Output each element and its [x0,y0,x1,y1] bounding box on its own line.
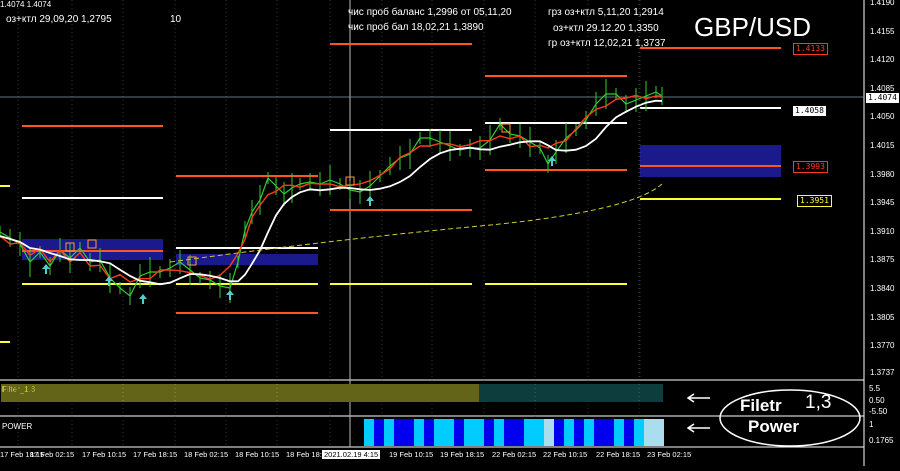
power-block [444,419,454,446]
power-block [494,419,504,446]
time-tick: 22 Feb 18:15 [596,450,641,459]
power-block [564,419,574,446]
price-tick: 1.3980 [870,169,895,179]
power-block [584,419,594,446]
time-tick: 19 Feb 18:15 [440,450,485,459]
time-tick: 17 Feb 18:15 [133,450,178,459]
filter-callout: Filetr [740,396,782,415]
price-tick: 1.4050 [870,112,895,122]
buy-arrow [226,290,234,300]
level-label-resistance: 1.4133 [793,43,828,55]
power-block [604,419,614,446]
buy-arrow [548,156,556,166]
time-tick: 2021.02.19 4:15 [322,450,381,459]
power-scale-top: 1 [869,420,874,429]
time-tick: 17 Feb 10:15 [82,450,127,459]
time-tick: 22 Feb 02:15 [492,450,537,459]
price-tick: 1.4190 [870,0,895,7]
price-tick: 1.4085 [870,83,895,93]
power-block [514,419,524,446]
moving-average-long [169,183,663,263]
current-price-label: 1.4074 [866,93,899,103]
top-left-price: 1.4074 1.4074 [0,0,52,9]
price-tick: 1.4120 [870,55,895,65]
filter-indicator-name: Filter_1.3 [2,385,36,394]
left-annotation: оз+ктл 29,09,20 1,2795 [6,14,112,25]
center-annotation-2: чис проб бал 18,02,21 1,3890 [348,22,484,33]
power-block [534,419,544,446]
buy-arrow [366,196,374,206]
power-block [554,419,564,446]
price-tick: 1.3805 [870,312,895,322]
buy-arrow [139,294,147,304]
price-tick: 1.3737 [870,368,895,377]
price-tick: 1.3770 [870,341,895,351]
time-tick: 23 Feb 02:15 [647,450,692,459]
power-block [414,419,424,446]
power-block [364,419,374,446]
power-block [654,419,664,446]
right-annotation-2: оз+ктл 29.12.20 1,3350 [553,23,659,34]
price-tick: 1.3840 [870,284,895,293]
price-tick: 1.4015 [870,141,895,150]
power-block [544,419,554,446]
power-block [434,419,444,446]
price-tick: 1.3875 [870,255,895,265]
center-annotation-1: чис проб баланс 1,2996 от 05,11,20 [348,7,512,18]
level-label-white: 1.4058 [793,106,826,116]
filter-callout-value: 1,3 [805,392,832,413]
time-tick: 17 Feb 02:15 [30,450,75,459]
power-block [384,419,394,446]
power-block [464,419,474,446]
time-tick: 22 Feb 10:15 [543,450,588,459]
time-tick: 19 Feb 10:15 [389,450,434,459]
power-block [404,419,414,446]
power-block [624,419,634,446]
price-tick: 1.4155 [870,26,895,36]
power-callout: Power [748,417,800,436]
power-block [504,419,514,446]
level-label-yellow: 1.3951 [797,195,832,207]
zone-rect [176,254,318,265]
price-tick: 1.3945 [870,198,895,208]
level-label-red: 1.3993 [793,161,828,173]
power-block [474,419,484,446]
buy-arrow [42,264,50,274]
filter-scale-top: 5.5 [869,384,881,393]
power-block [454,419,464,446]
power-block [594,419,604,446]
power-block [484,419,494,446]
right-annotation-3: гр оз+ктл 12,02,21 1,3737 [548,38,666,49]
power-scale-bottom: 0.1765 [869,436,894,445]
price-tick: 1.3910 [870,226,895,236]
power-block [574,419,584,446]
power-indicator-name: POWER [2,422,33,431]
power-block [424,419,434,446]
power-block [634,419,644,446]
power-block [374,419,384,446]
filter-callout-arrow [686,393,710,403]
time-tick: 18 Feb 10:15 [235,450,280,459]
right-annotation-1: грз оз+ктл 5,11,20 1,2914 [548,7,664,18]
filter-scale-mid: 0.50 [869,396,885,405]
power-block [524,419,534,446]
power-block [644,419,654,446]
symbol-title: GBP/USD [694,12,812,42]
filter-scale-bottom: -5.50 [869,407,888,416]
zone-rect [640,145,781,177]
power-block [394,419,404,446]
power-callout-arrow [686,423,710,433]
power-block [614,419,624,446]
trading-chart[interactable]: 1.4074 1.4074 оз+ктл 29,09,20 1,2795 10 … [0,0,900,466]
time-tick: 18 Feb 02:15 [184,450,229,459]
left-annotation-suffix: 10 [170,14,182,25]
